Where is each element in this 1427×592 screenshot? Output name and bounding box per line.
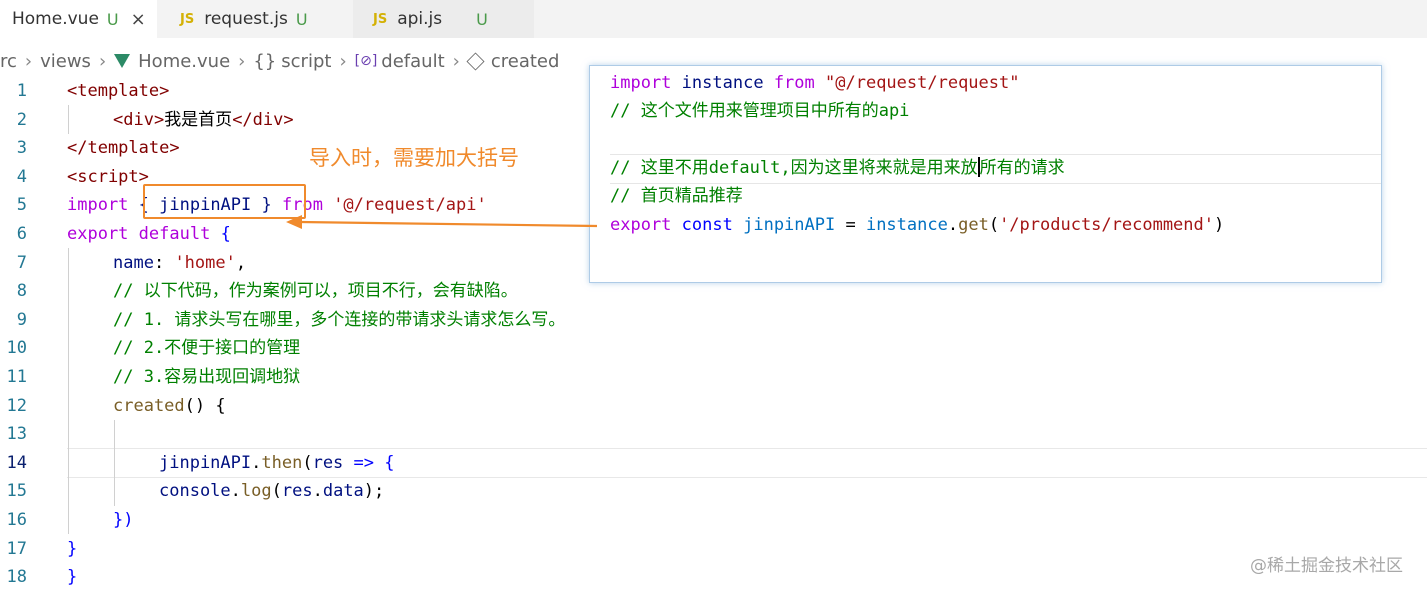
- annotation-arrow: [286, 215, 598, 229]
- arrow-head: [286, 215, 302, 229]
- arrow-line: [299, 220, 598, 228]
- watermark: @稀土掘金技术社区: [1250, 556, 1403, 576]
